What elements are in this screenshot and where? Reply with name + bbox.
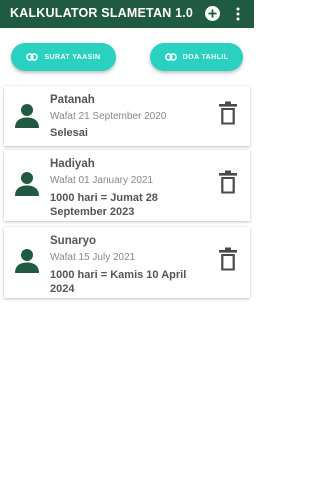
entry-date: Wafat 21 September 2020 [50,111,167,122]
link-icon [164,53,177,61]
trash-icon[interactable] [218,247,238,271]
entry-name: Sunaryo [50,235,97,247]
person-icon [14,102,40,128]
entry-status: Selesai [50,127,88,139]
entry-name: Patanah [50,94,95,106]
surat-yaasin-button[interactable]: SURAT YAASIN [11,43,116,71]
trash-icon[interactable] [218,101,238,125]
trash-icon[interactable] [218,170,238,194]
person-icon [14,170,40,196]
app-title: KALKULATOR SLAMETAN 1.0 [10,6,194,20]
entry-date: Wafat 15 July 2021 [50,252,136,263]
more-vert-icon[interactable] [233,6,243,22]
doa-tahlil-button[interactable]: DOA TAHLIL [150,43,243,71]
link-icon [26,53,39,61]
app-bar: KALKULATOR SLAMETAN 1.0 [0,0,254,28]
entry-card[interactable]: Patanah Wafat 21 September 2020 Selesai [4,86,250,146]
entry-status: 1000 hari = Jumat 28 September 2023 [50,192,158,218]
surat-yaasin-label: SURAT YAASIN [44,53,101,61]
entry-card[interactable]: Hadiyah Wafat 01 January 2021 1000 hari … [4,150,250,221]
doa-tahlil-label: DOA TAHLIL [182,53,229,61]
entry-name: Hadiyah [50,158,95,170]
entry-status: 1000 hari = Kamis 10 April 2024 [50,269,187,295]
entry-date: Wafat 01 January 2021 [50,175,154,186]
entry-card[interactable]: Sunaryo Wafat 15 July 2021 1000 hari = K… [4,227,250,298]
add-circle-icon[interactable] [205,6,220,21]
person-icon [14,247,40,273]
